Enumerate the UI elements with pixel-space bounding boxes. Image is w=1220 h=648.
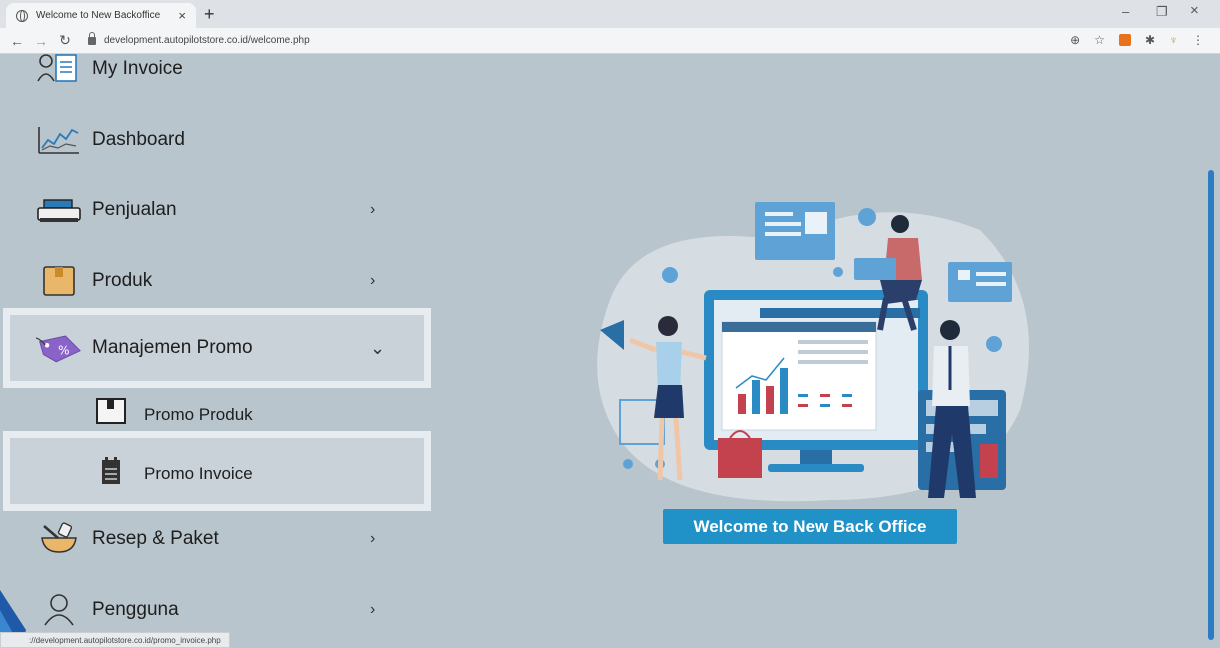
menu-label: Manajemen Promo [92, 337, 253, 358]
calendar-icon [94, 456, 128, 486]
menu-item-penjualan[interactable]: Penjualan › [10, 180, 424, 240]
welcome-banner: Welcome to New Back Office [663, 509, 957, 544]
sub-item-label: Promo Produk [144, 405, 253, 424]
chevron-right-icon: › [370, 530, 376, 547]
chevron-right-icon: › [370, 201, 376, 218]
sub-item-promo-invoice[interactable]: Promo Invoice [10, 438, 424, 504]
menu-item-my-invoice[interactable]: My Invoice [10, 39, 424, 99]
zoom-icon[interactable]: ⊕ [1070, 33, 1080, 47]
tab-title: Welcome to New Backoffice [36, 10, 161, 21]
browser-tab[interactable]: Welcome to New Backoffice × [6, 3, 196, 28]
invoice-icon [36, 52, 82, 86]
extension-icon[interactable] [1118, 34, 1131, 46]
menu-dots-icon[interactable]: ⋮ [1192, 33, 1204, 47]
new-tab-button[interactable]: + [204, 4, 215, 25]
welcome-illustration [597, 202, 1029, 502]
menu-item-produk[interactable]: Produk › [10, 251, 424, 311]
menu-item-pengguna[interactable]: Pengguna › [10, 580, 424, 640]
menu-label: My Invoice [92, 58, 183, 79]
chevron-right-icon: › [370, 601, 376, 618]
menu-label: Dashboard [92, 129, 185, 150]
menu-item-dashboard[interactable]: Dashboard [10, 110, 424, 170]
menu-label: Penjualan [92, 199, 177, 220]
product-box-icon [36, 264, 82, 298]
svg-text:%: % [58, 343, 69, 357]
minimize-button[interactable]: – [1122, 4, 1129, 19]
menu-item-resep-paket[interactable]: Resep & Paket › [10, 509, 424, 569]
star-icon[interactable]: ☆ [1094, 33, 1105, 47]
menu-item-manajemen-promo[interactable]: % Manajemen Promo ⌄ [10, 315, 424, 381]
menu-label: Pengguna [92, 599, 179, 620]
menu-label: Resep & Paket [92, 528, 219, 549]
globe-icon [16, 9, 28, 22]
close-window-button[interactable]: × [1190, 2, 1199, 19]
sub-item-promo-produk[interactable]: Promo Produk [10, 385, 424, 445]
chevron-right-icon: › [370, 272, 376, 289]
promo-tag-icon: % [36, 331, 82, 365]
mortar-pestle-icon [36, 522, 82, 556]
menu-label: Produk [92, 270, 153, 291]
sub-item-label: Promo Invoice [144, 464, 253, 483]
restore-button[interactable]: ❐ [1156, 4, 1168, 20]
browser-tab-bar: Welcome to New Backoffice × + – ❐ × [0, 0, 1220, 28]
chevron-down-icon: ⌄ [370, 337, 386, 358]
user-icon [36, 593, 82, 627]
cash-register-icon [36, 193, 82, 227]
profile-icon[interactable]: ♆ [1169, 33, 1178, 47]
dashboard-chart-icon [36, 123, 82, 157]
tab-close-button[interactable]: × [178, 8, 186, 23]
status-bar-url: ://development.autopilotstore.co.id/prom… [0, 632, 230, 648]
box-icon [94, 396, 128, 426]
scrollbar-thumb[interactable] [1208, 170, 1214, 640]
puzzle-icon[interactable]: ✱ [1145, 33, 1155, 47]
